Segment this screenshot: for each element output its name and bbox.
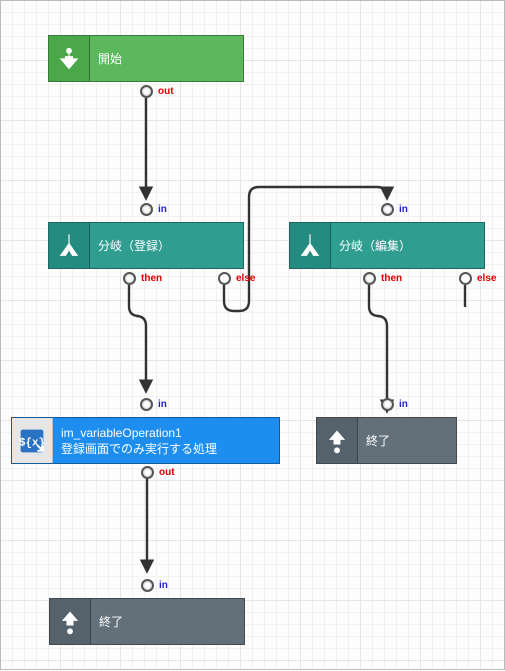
port-label-out: out [158,86,174,97]
port-branchreg-then[interactable] [123,272,136,285]
port-branchreg-in[interactable] [140,203,153,216]
branch-edit-label-cell: 分岐（編集） [331,223,484,268]
port-label-then-2: then [381,273,402,284]
svg-text:${x}: ${x} [19,437,45,449]
flow-canvas[interactable]: 開始 out 分岐（登録） in then else 分岐（編集） in the… [0,0,505,670]
port-label-in-2: in [399,204,408,215]
port-action-out[interactable] [141,466,154,479]
port-label-in-4: in [159,580,168,591]
end-label-cell-1: 終了 [91,599,244,644]
port-label-out-2: out [159,467,175,478]
port-end1-in[interactable] [141,579,154,592]
end-label-cell-2: 終了 [358,418,456,463]
end-label-1: 終了 [99,614,123,630]
action-label-cell: im_variableOperation1 登録画面でのみ実行する処理 [53,418,279,463]
port-action-in[interactable] [140,398,153,411]
port-branchedit-in[interactable] [381,203,394,216]
port-label-in: in [158,204,167,215]
port-branchedit-then[interactable] [363,272,376,285]
port-branchreg-else[interactable] [218,272,231,285]
port-label-then: then [141,273,162,284]
end-label-2: 終了 [366,433,390,449]
end-node-1[interactable]: 終了 [49,598,245,645]
start-label-cell: 開始 [90,36,243,81]
end-icon [317,418,358,463]
start-icon [49,36,90,81]
start-node[interactable]: 開始 [48,35,244,82]
port-label-else: else [236,273,255,284]
branch-register-label: 分岐（登録） [98,238,170,254]
port-end2-in[interactable] [381,398,394,411]
wires-layer [1,1,505,671]
port-start-out[interactable] [140,85,153,98]
port-label-else-2: else [477,273,496,284]
variable-operation-node[interactable]: ${x} im_variableOperation1 登録画面でのみ実行する処理 [11,417,280,464]
branch-register-label-cell: 分岐（登録） [90,223,243,268]
end-node-2[interactable]: 終了 [316,417,457,464]
branch-edit-node[interactable]: 分岐（編集） [289,222,485,269]
action-title: im_variableOperation1 [61,425,182,441]
action-subtitle: 登録画面でのみ実行する処理 [61,441,217,457]
branch-icon [290,223,331,268]
port-label-in-3: in [158,399,167,410]
branch-icon [49,223,90,268]
start-label: 開始 [98,51,122,67]
branch-edit-label: 分岐（編集） [339,238,411,254]
port-branchedit-else[interactable] [459,272,472,285]
branch-register-node[interactable]: 分岐（登録） [48,222,244,269]
port-label-in-5: in [399,399,408,410]
end-icon [50,599,91,644]
variable-icon: ${x} [12,418,53,463]
